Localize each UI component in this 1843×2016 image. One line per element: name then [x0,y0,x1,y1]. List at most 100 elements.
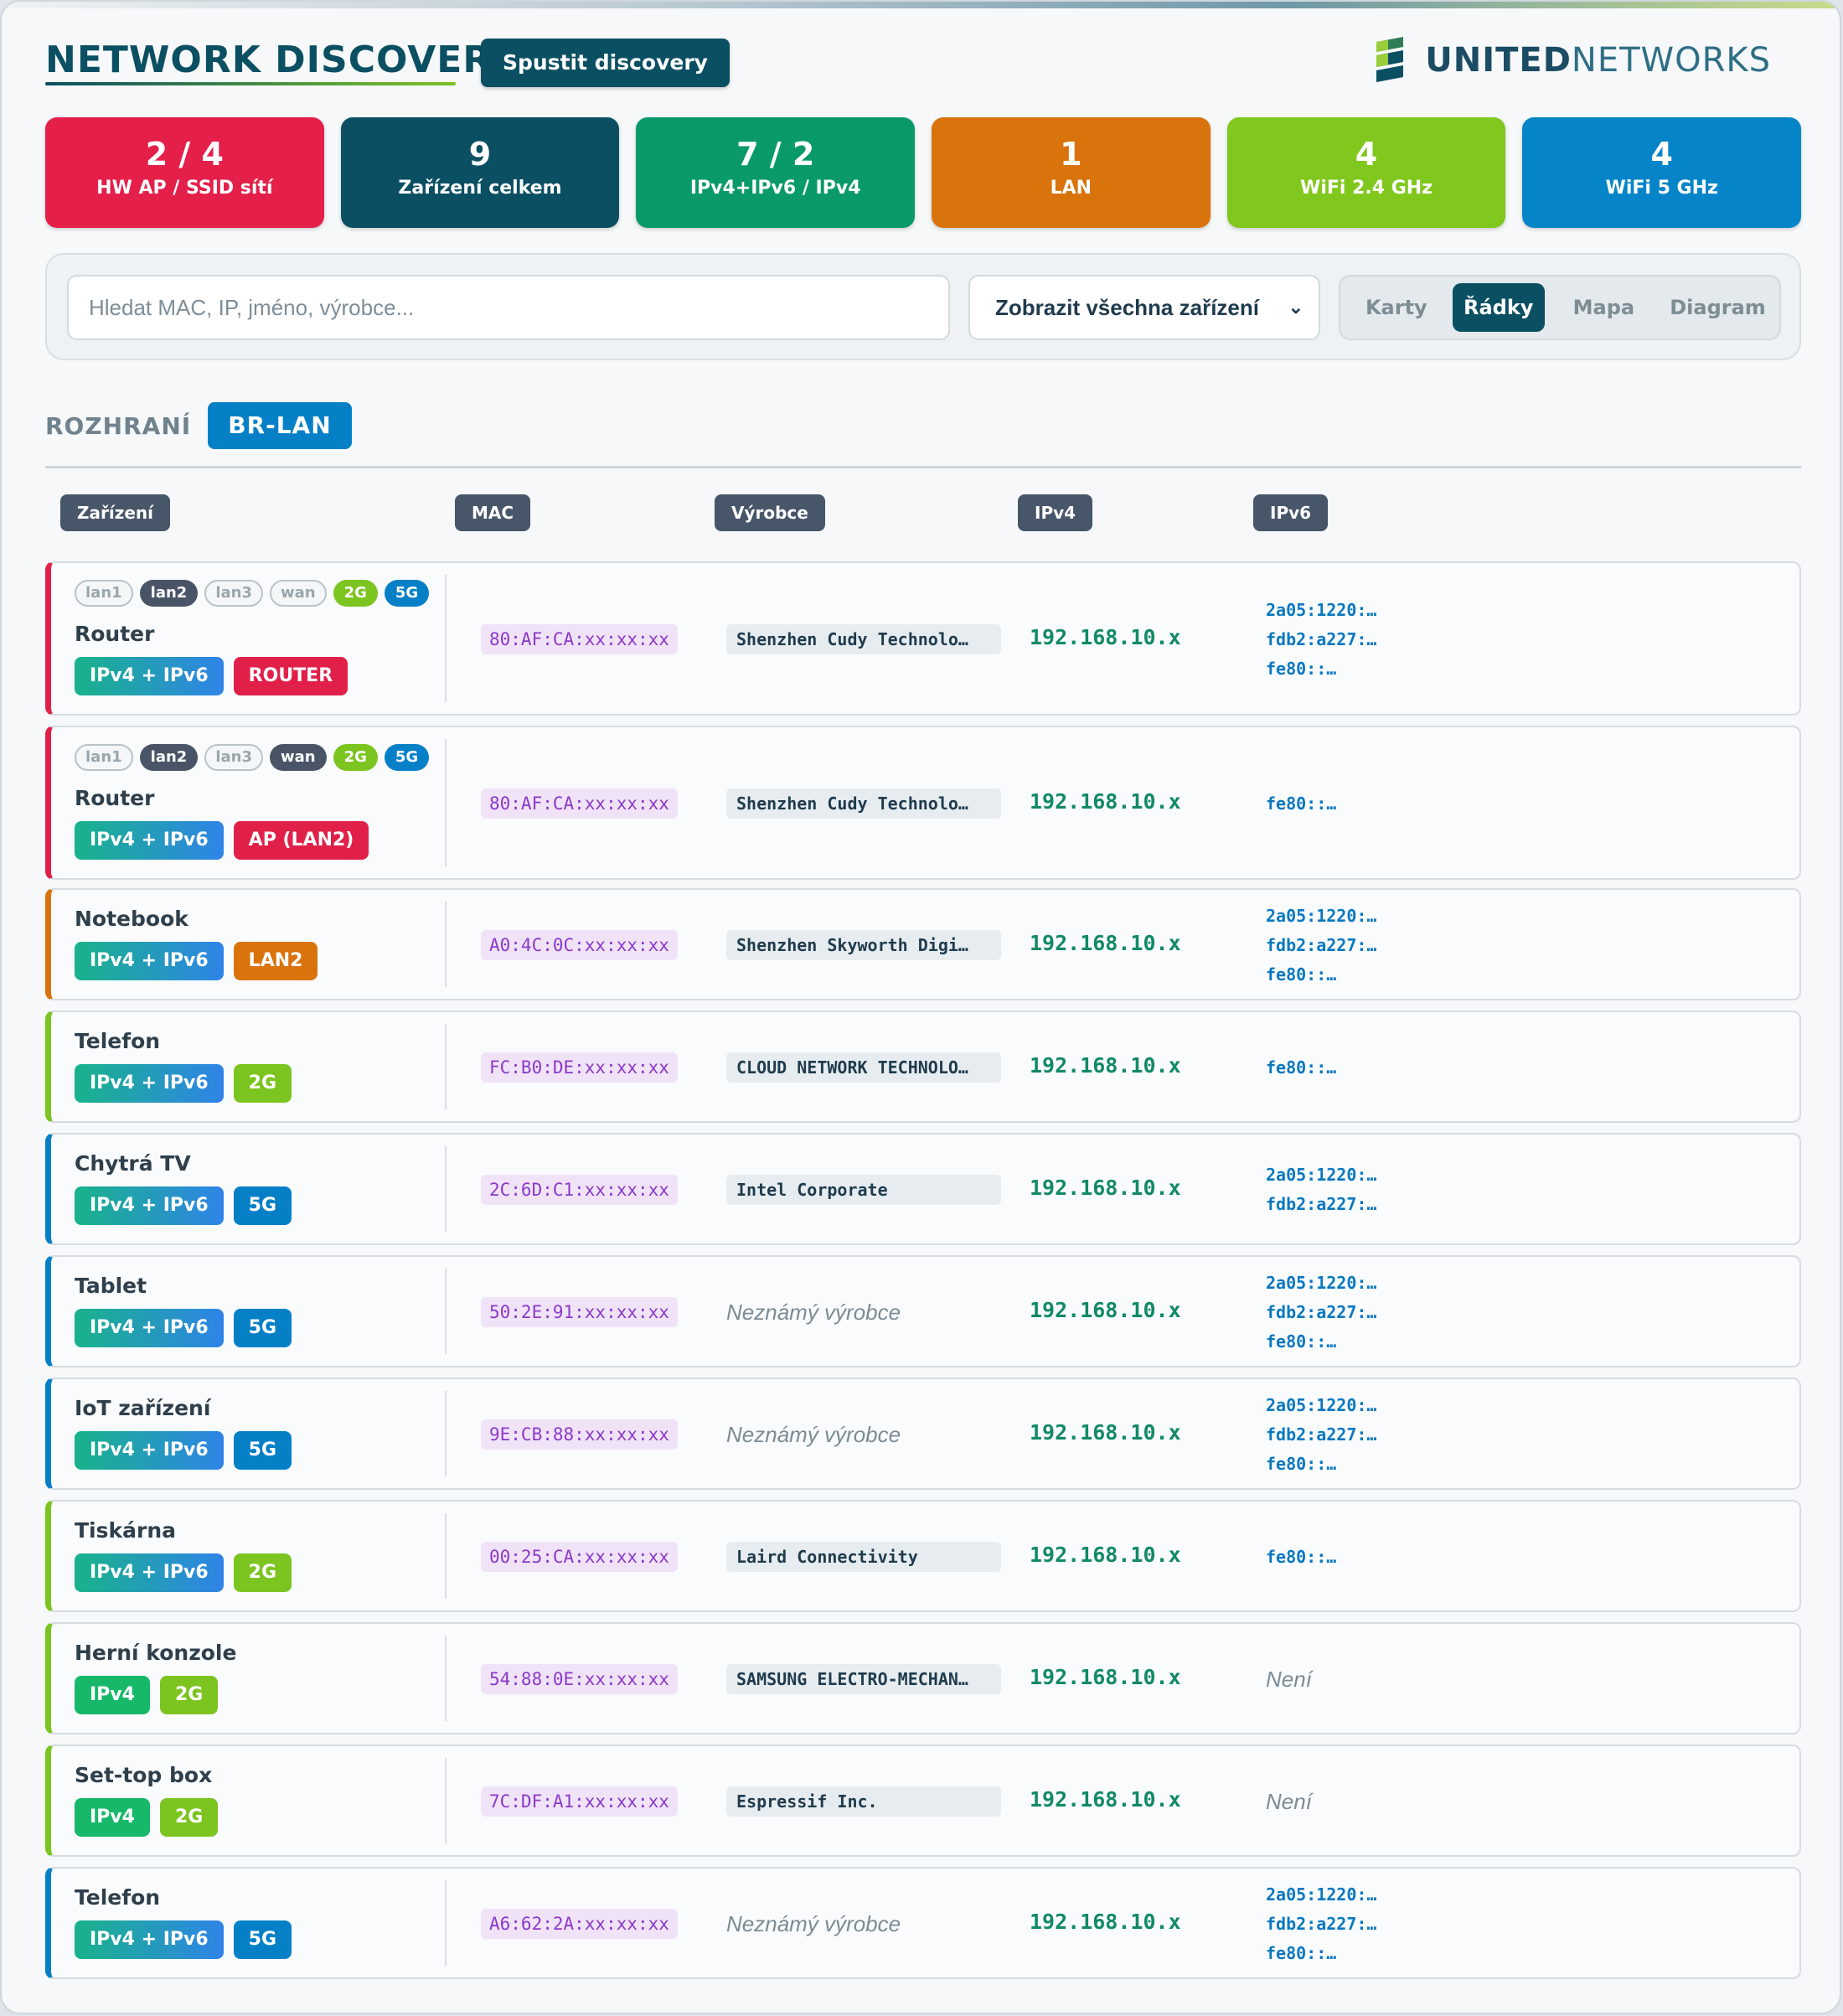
port-chip-2g: 2G [333,580,378,607]
view-tab-rows[interactable]: Řádky [1452,283,1545,332]
column-header-mac: MAC [455,494,531,531]
mac-address: 9E:CB:88:xx:xx:xx [481,1419,678,1450]
mac-address: 2C:6D:C1:xx:xx:xx [481,1175,678,1205]
device-tags: IPv4 + IPv6 5G [75,1431,292,1470]
ipv6-addresses: 2a05:1220:… fdb2:a227:… fe80::… [1266,902,1376,990]
title-underline [45,82,456,85]
stat-label: Zařízení celkem [398,178,562,199]
run-discovery-button[interactable]: Spustit discovery [481,39,730,87]
ipv4-address: 192.168.10.x [1030,1910,1181,1934]
ipv4-address: 192.168.10.x [1030,931,1181,955]
device-tags: IPv4 + IPv6 5G [75,1186,292,1225]
device-tags: IPv4 + IPv6 AP (LAN2) [75,821,369,860]
device-row[interactable]: Telefon IPv4 + IPv6 5G A6:62:2A:xx:xx:xx Nez… [45,1867,1801,1979]
device-row[interactable]: lan1 lan2 lan3 wan 2G 5G Router IPv4 + IPv6 AP (… [45,726,1801,880]
ipv4-address: 192.168.10.x [1030,1053,1181,1078]
ipv6-addresses: fe80::… [1266,1543,1336,1572]
ipv6-address: fe80::… [1266,1331,1337,1352]
ipv6-none: Není [1266,1789,1312,1814]
protocol-badge: IPv4 + IPv6 [75,1553,224,1592]
device-tags: IPv4 2G [75,1798,219,1837]
ipv4-address: 192.168.10.x [1030,1665,1181,1689]
row-separator [445,1024,447,1109]
port-chip-lan2: lan2 [139,580,199,607]
mac-address: 7C:DF:A1:xx:xx:xx [481,1786,678,1817]
column-header-device: Zařízení [60,494,171,531]
view-tab-diagram[interactable]: Diagram [1663,283,1773,332]
protocol-badge: IPv4 + IPv6 [75,1920,224,1959]
row-separator [445,1146,447,1232]
port-chip-wan: wan [269,744,327,771]
device-row[interactable]: Notebook IPv4 + IPv6 LAN2 A0:4C:0C:xx:xx:xx… [45,888,1801,1000]
stat-label: IPv4+IPv6 / IPv4 [689,178,861,199]
ipv6-address: fe80::… [1266,1942,1337,1963]
ipv6-none: Není [1266,1667,1312,1692]
device-row[interactable]: Tiskárna IPv4 + IPv6 2G 00:25:CA:xx:xx:xx La… [45,1500,1801,1612]
stat-card: 7 / 2 IPv4+IPv6 / IPv4 [636,117,916,228]
device-tags: IPv4 + IPv6 ROUTER [75,657,348,695]
type-badge: 5G [233,1920,292,1959]
section-divider [45,466,1801,468]
device-row[interactable]: Tablet IPv4 + IPv6 5G 50:2E:91:xx:xx:xx Nezn… [45,1255,1801,1367]
ipv4-address: 192.168.10.x [1030,1176,1181,1200]
ipv6-address: fe80::… [1266,964,1337,985]
vendor-name: Shenzhen Skyworth Digi… [726,930,1001,960]
stat-card: 4 WiFi 5 GHz [1522,117,1802,228]
stat-value: 1 [1060,136,1082,173]
device-row[interactable]: Telefon IPv4 + IPv6 2G FC:B0:DE:xx:xx:xx CLO… [45,1011,1801,1123]
column-header-ipv4: IPv4 [1018,494,1093,531]
device-tags: IPv4 + IPv6 2G [75,1064,292,1103]
mac-address: 50:2E:91:xx:xx:xx [481,1297,678,1327]
mac-address: A0:4C:0C:xx:xx:xx [481,930,678,960]
interface-badge: BR-LAN [208,402,352,449]
logo-text: UNITEDNETWORKS [1425,41,1771,80]
device-row[interactable]: Set-top box IPv4 2G 7C:DF:A1:xx:xx:xx Espres… [45,1745,1801,1857]
device-filter-select[interactable]: Zobrazit všechna zařízení ⌄ [968,275,1320,340]
device-name: Router [75,622,155,646]
ipv6-addresses: 2a05:1220:…fdb2:a227:…fe80::… [1266,1269,1376,1357]
stat-label: WiFi 5 GHz [1605,178,1718,199]
ipv4-address: 192.168.10.x [1030,1420,1181,1445]
view-tab-cards[interactable]: Karty [1347,283,1446,332]
device-tags: IPv4 + IPv6 5G [75,1309,292,1347]
device-row[interactable]: IoT zařízení IPv4 + IPv6 5G 9E:CB:88:xx:xx:… [45,1378,1801,1490]
device-name: IoT zařízení [75,1396,211,1420]
search-input[interactable]: Hledat MAC, IP, jméno, výrobce... [67,275,950,340]
protocol-badge: IPv4 + IPv6 [75,1309,224,1347]
ipv4-address: 192.168.10.x [1030,1298,1181,1322]
ipv6-address: fdb2:a227:… [1266,628,1377,649]
logo-icon [1376,37,1404,82]
vendor-name: Shenzhen Cudy Technolo… [726,624,1001,654]
port-chip-lan1: lan1 [75,580,133,607]
type-badge: ROUTER [233,657,348,695]
ipv4-address: 192.168.10.x [1030,1787,1181,1812]
chevron-down-icon: ⌄ [1288,297,1304,318]
ipv6-address: fe80::… [1266,1546,1337,1567]
device-row[interactable]: Herní konzole IPv4 2G 54:88:0E:xx:xx:xx SAMS… [45,1622,1801,1734]
device-row[interactable]: Chytrá TV IPv4 + IPv6 5G 2C:6D:C1:xx:xx:xx I… [45,1133,1801,1245]
view-tab-map[interactable]: Mapa [1551,283,1656,332]
ipv6-address: 2a05:1220:… [1266,599,1377,620]
ipv6-address: 2a05:1220:… [1266,1165,1377,1185]
port-chip-5g: 5G [384,580,430,607]
ipv6-addresses: 2a05:1220:… fdb2:a227:… fe80::… [1266,1880,1376,1968]
ipv6-addresses: fe80::… [1266,789,1336,819]
mac-address: 80:AF:CA:xx:xx:xx [481,788,678,819]
mac-address: 80:AF:CA:xx:xx:xx [481,624,678,654]
ipv6-addresses: 2a05:1220:… fdb2:a227:… fe80::… [1266,1391,1376,1479]
ipv6-address: fdb2:a227:… [1266,1301,1377,1322]
vendor-name: Shenzhen Cudy Technolo… [726,788,1001,819]
ipv6-addresses: 2a05:1220:… fdb2:a227:… fe80::… [1266,596,1376,684]
ipv6-address: 2a05:1220:… [1266,1272,1377,1293]
row-separator [445,1880,447,1966]
port-chip-5g: 5G [384,744,430,771]
device-name: Router [75,786,155,810]
stat-card: 2 / 4 HW AP / SSID sítí [45,117,324,228]
stat-label: WiFi 2.4 GHz [1300,178,1433,199]
vendor-name: Neznámý výrobce [726,1300,901,1325]
device-row[interactable]: lan1 lan2 lan3 wan 2G 5G Router IPv4 + IPv6 ROUT… [45,561,1801,716]
stat-value: 9 [468,136,492,173]
vendor-name: Neznámý výrobce [726,1422,901,1447]
port-chip-lan2: lan2 [139,744,199,771]
device-name: Telefon [75,1885,161,1910]
